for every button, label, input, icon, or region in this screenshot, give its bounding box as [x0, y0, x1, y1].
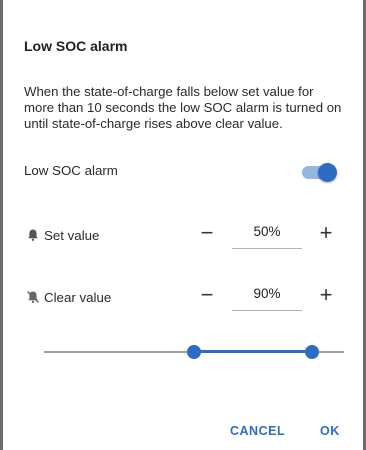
clear-value-row: Clear value − 90% + — [0, 278, 366, 318]
set-value-label: Set value — [44, 228, 100, 243]
low-soc-alarm-toggle[interactable] — [300, 162, 338, 182]
slider-clear-value-handle[interactable] — [304, 345, 319, 359]
bell-icon — [28, 229, 38, 241]
clear-value-label: Clear value — [44, 290, 112, 305]
ok-button[interactable]: OK — [320, 424, 340, 438]
toggle-thumb — [318, 163, 337, 182]
bell-off-icon — [27, 291, 39, 303]
dialog-description: When the state-of-charge falls below set… — [24, 84, 342, 131]
low-soc-alarm-toggle-label: Low SOC alarm — [24, 163, 118, 178]
clear-value-decrement-button[interactable]: − — [194, 282, 220, 308]
slider-selected-range — [194, 350, 312, 353]
soc-range-slider[interactable] — [44, 342, 344, 362]
dialog-title: Low SOC alarm — [24, 38, 128, 54]
slider-set-value-handle[interactable] — [187, 345, 201, 359]
clear-value-increment-button[interactable]: + — [313, 282, 339, 308]
set-value-increment-button[interactable]: + — [313, 220, 339, 246]
set-value-decrement-button[interactable]: − — [194, 220, 220, 246]
cancel-button[interactable]: CANCEL — [230, 424, 285, 438]
set-value-field[interactable]: 50% — [232, 222, 302, 249]
clear-value-field[interactable]: 90% — [232, 284, 302, 311]
set-value-row: Set value − 50% + — [0, 216, 366, 256]
